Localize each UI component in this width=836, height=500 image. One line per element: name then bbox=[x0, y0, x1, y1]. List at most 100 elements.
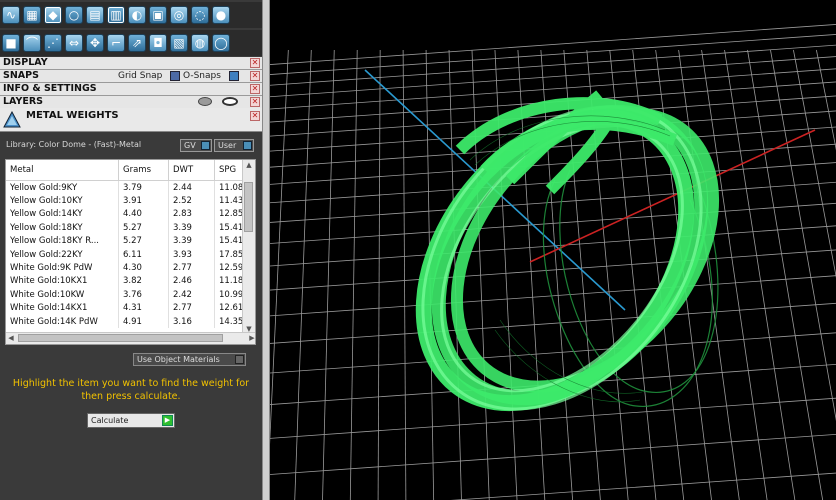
table-row[interactable]: Yellow Gold:14KY 4.40 2.83 12.85 bbox=[6, 207, 254, 222]
o-snaps-indicator-icon[interactable] bbox=[229, 71, 239, 81]
use-object-materials-label: Use Object Materials bbox=[137, 355, 220, 364]
table-row[interactable]: White Gold:9K PdW 4.30 2.77 12.59 bbox=[6, 261, 254, 275]
left-panel: ∿ ▦ ◆ ○ ▤ ▥ ◐ ▣ ◎ ◌ ● ■ ⌒ ⋰ ⇔ ✥ ⌐ ⇗ ◘ ▧ … bbox=[0, 0, 262, 500]
globe-select-icon[interactable]: ◍ bbox=[191, 34, 209, 52]
grid-line bbox=[450, 472, 836, 500]
grid-line bbox=[270, 44, 836, 86]
document-icon[interactable]: ▤ bbox=[86, 6, 104, 24]
table-cell: 3.39 bbox=[168, 221, 215, 235]
table-cell: 3.91 bbox=[118, 194, 169, 208]
column-header-dwt[interactable]: DWT bbox=[168, 160, 215, 181]
horizontal-scrollbar[interactable]: ◀ ▶ bbox=[6, 332, 255, 344]
film-view-icon[interactable]: ▧ bbox=[170, 34, 188, 52]
grid-line bbox=[270, 249, 836, 291]
user-button[interactable]: User bbox=[214, 139, 254, 152]
table-cell: Yellow Gold:9KY bbox=[6, 180, 119, 195]
table-row[interactable]: White Gold:14KX1 4.31 2.77 12.61 bbox=[6, 301, 254, 315]
grid-line bbox=[270, 302, 836, 344]
metal-weights-title: METAL WEIGHTS bbox=[26, 110, 119, 121]
metal-weights-table: Metal Grams DWT SPG Yellow Gold:9KY 3.79 2… bbox=[5, 159, 256, 345]
vertical-scrollbar[interactable]: ▲ ▼ bbox=[242, 160, 255, 334]
table-header-row: Metal Grams DWT SPG bbox=[6, 160, 254, 181]
move-tool-icon[interactable]: ✥ bbox=[86, 34, 104, 52]
table-cell: 4.31 bbox=[118, 301, 169, 315]
vertical-scroll-thumb[interactable] bbox=[244, 182, 253, 232]
gv-button[interactable]: GV bbox=[180, 139, 212, 152]
grid-snap-toggle[interactable]: Grid Snap bbox=[118, 70, 162, 82]
3d-viewport[interactable] bbox=[270, 0, 836, 500]
table-cell: 4.40 bbox=[118, 207, 169, 222]
table-cell: Yellow Gold:18KY R... bbox=[6, 234, 119, 248]
gv-button-label: GV bbox=[184, 141, 196, 150]
metal-weights-logo-icon bbox=[3, 111, 21, 128]
table-row[interactable]: White Gold:10KX1 3.82 2.46 11.18 bbox=[6, 274, 254, 289]
scroll-right-icon[interactable]: ▶ bbox=[247, 333, 255, 344]
table-cell: Yellow Gold:14KY bbox=[6, 207, 119, 222]
viewport-canvas[interactable] bbox=[270, 0, 836, 500]
grid-line bbox=[270, 49, 289, 445]
o-snaps-toggle[interactable]: O-Snaps bbox=[183, 70, 221, 82]
close-icon[interactable]: ✕ bbox=[250, 84, 260, 94]
table-cell: 3.16 bbox=[168, 314, 215, 329]
grid-line bbox=[377, 49, 381, 500]
scroll-up-icon[interactable]: ▲ bbox=[243, 160, 255, 170]
close-icon[interactable]: ✕ bbox=[250, 58, 260, 68]
section-info-settings[interactable]: INFO & SETTINGS ✕ bbox=[0, 83, 262, 96]
grid-line bbox=[270, 56, 836, 98]
gem-shape-icon[interactable]: ◆ bbox=[44, 6, 62, 24]
horizontal-scroll-thumb[interactable] bbox=[18, 334, 223, 342]
grid-box-icon[interactable]: ▥ bbox=[107, 6, 125, 24]
disk-save-icon[interactable]: ▣ bbox=[149, 6, 167, 24]
table-row[interactable]: Yellow Gold:9KY 3.79 2.44 11.08 bbox=[6, 180, 254, 195]
user-indicator-icon bbox=[243, 141, 252, 150]
table-cell: 3.82 bbox=[118, 274, 169, 289]
drop-shape-icon[interactable]: ◐ bbox=[128, 6, 146, 24]
section-snaps[interactable]: SNAPS Grid Snap O-Snaps ✕ bbox=[0, 70, 262, 83]
grid-line bbox=[270, 225, 836, 267]
layer-visibility-icon[interactable] bbox=[198, 97, 212, 106]
extrude-tool-icon[interactable]: ⇗ bbox=[128, 34, 146, 52]
corner-tool-icon[interactable]: ⌐ bbox=[107, 34, 125, 52]
table-cell: White Gold:14KX1 bbox=[6, 301, 119, 315]
close-icon[interactable]: ✕ bbox=[250, 71, 260, 81]
hatch-tool-icon[interactable]: ▦ bbox=[23, 6, 41, 24]
close-icon[interactable]: ✕ bbox=[250, 111, 260, 121]
dashed-curve-icon[interactable]: ⋰ bbox=[44, 34, 62, 52]
table-row[interactable]: Yellow Gold:18KY 5.27 3.39 15.41 bbox=[6, 221, 254, 235]
blue-ring-icon[interactable]: ◎ bbox=[170, 6, 188, 24]
table-cell: 5.27 bbox=[118, 234, 169, 248]
grid-line bbox=[724, 49, 796, 500]
ring-shape-icon[interactable]: ○ bbox=[65, 6, 83, 24]
column-header-grams[interactable]: Grams bbox=[118, 160, 169, 181]
table-cell: 3.76 bbox=[118, 288, 169, 302]
section-display[interactable]: DISPLAY ✕ bbox=[0, 57, 262, 70]
section-display-label: DISPLAY bbox=[3, 57, 48, 68]
use-object-materials-select[interactable]: Use Object Materials bbox=[133, 353, 246, 366]
panel-divider[interactable] bbox=[262, 0, 270, 500]
move-curve-icon[interactable]: ∿ bbox=[2, 6, 20, 24]
table-cell: 3.79 bbox=[118, 180, 169, 195]
scroll-left-icon[interactable]: ◀ bbox=[6, 333, 16, 344]
close-icon[interactable]: ✕ bbox=[250, 97, 260, 107]
globe-icon[interactable]: ● bbox=[212, 6, 230, 24]
table-row[interactable]: White Gold:10KW 3.76 2.42 10.99 bbox=[6, 288, 254, 302]
toolbar-row-2: ■ ⌒ ⋰ ⇔ ✥ ⌐ ⇗ ◘ ▧ ◍ ◯ bbox=[0, 30, 262, 56]
wave-ring-icon[interactable]: ◌ bbox=[191, 6, 209, 24]
o-snaps-chip-icon[interactable] bbox=[170, 71, 180, 81]
table-row[interactable]: Yellow Gold:22KY 6.11 3.93 17.85 bbox=[6, 247, 254, 262]
arc-tool-icon[interactable]: ⌒ bbox=[23, 34, 41, 52]
calculate-button[interactable]: Calculate ▶ bbox=[87, 413, 175, 428]
camera-view-icon[interactable]: ◘ bbox=[149, 34, 167, 52]
table-row[interactable]: White Gold:14K PdW 4.91 3.16 14.35 bbox=[6, 314, 254, 329]
table-row[interactable]: Yellow Gold:18KY R... 5.27 3.39 15.41 bbox=[6, 234, 254, 248]
user-button-label: User bbox=[218, 141, 237, 150]
table-cell: 2.83 bbox=[168, 207, 215, 222]
table-cell: Yellow Gold:18KY bbox=[6, 221, 119, 235]
ring-select-icon[interactable]: ◯ bbox=[212, 34, 230, 52]
column-header-metal[interactable]: Metal bbox=[6, 160, 119, 181]
grid-line bbox=[747, 49, 824, 500]
table-row[interactable]: Yellow Gold:10KY 3.91 2.52 11.43 bbox=[6, 194, 254, 208]
cube-tool-icon[interactable]: ■ bbox=[2, 34, 20, 52]
mirror-tool-icon[interactable]: ⇔ bbox=[65, 34, 83, 52]
eye-icon[interactable] bbox=[222, 97, 238, 106]
